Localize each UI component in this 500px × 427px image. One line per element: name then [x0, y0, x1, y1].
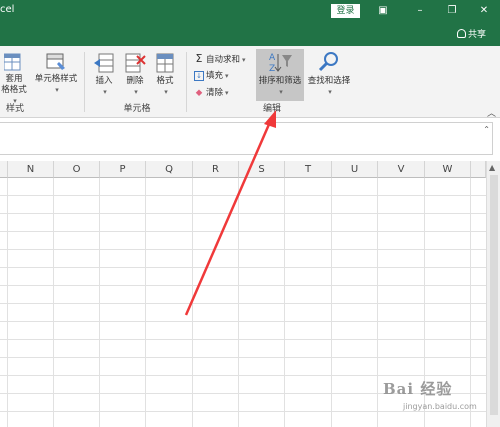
- baidu-watermark: Bai 经验 jingyan.baidu.com: [383, 378, 495, 416]
- column-header[interactable]: P: [100, 161, 146, 178]
- column-header[interactable]: N: [8, 161, 54, 178]
- share-label: 共享: [467, 30, 486, 40]
- person-icon: [456, 29, 466, 38]
- clear-label: 清除: [206, 88, 224, 98]
- title-bar: cel 登录 ▣ – ❐ ✕: [0, 0, 500, 22]
- find-select-button[interactable]: 查找和选择 ▾: [305, 50, 353, 98]
- ribbon: 套用 格格式▾ 单元格样式 ▾ 样式 插入 ▾ 删除 ▾ 格式 ▾ 单元格 Σ …: [0, 46, 500, 119]
- formula-input[interactable]: ⌃: [0, 122, 493, 155]
- delete-button[interactable]: 删除 ▾: [122, 52, 148, 98]
- scroll-up-icon[interactable]: ▲: [489, 163, 495, 172]
- column-header[interactable]: S: [239, 161, 285, 178]
- restore-icon[interactable]: ❐: [444, 3, 460, 19]
- svg-text:Z: Z: [269, 64, 275, 74]
- watermark-brand: Bai 经验: [383, 380, 453, 398]
- cells-group-label: 单元格: [123, 104, 151, 114]
- column-header[interactable]: O: [54, 161, 100, 178]
- share-button[interactable]: 共享: [456, 27, 486, 40]
- sort-filter-button[interactable]: A Z 排序和筛选 ▾: [256, 50, 304, 98]
- ribbon-display-options-icon[interactable]: ▣: [375, 3, 391, 19]
- svg-text:A: A: [269, 53, 276, 63]
- close-icon[interactable]: ✕: [476, 3, 492, 19]
- fill-down-icon: ↓: [194, 71, 204, 81]
- delete-label: 删除: [126, 76, 144, 86]
- format-table-line1: 套用: [5, 74, 23, 84]
- magnifier-icon: [318, 52, 338, 72]
- cell-styles-icon: [46, 53, 65, 70]
- clear-button[interactable]: ◆ 清除 ▾: [194, 86, 229, 98]
- fill-label: 填充: [206, 71, 224, 81]
- window-title: cel: [0, 4, 15, 15]
- column-header[interactable]: R: [193, 161, 239, 178]
- column-header[interactable]: T: [285, 161, 332, 178]
- styles-group-label: 样式: [5, 104, 24, 114]
- group-separator: [186, 52, 187, 112]
- formula-bar-area: ⌃: [0, 118, 500, 161]
- insert-cells-icon: [94, 53, 114, 73]
- editing-group-label: 编辑: [262, 104, 281, 114]
- format-as-table-button[interactable]: 套用 格格式▾: [0, 52, 28, 107]
- fill-button[interactable]: ↓ 填充 ▾: [194, 69, 229, 81]
- expand-formula-bar-icon[interactable]: ⌃: [483, 125, 490, 134]
- cell-styles-label: 单元格样式: [34, 74, 78, 84]
- minimize-icon[interactable]: –: [412, 3, 428, 19]
- column-header[interactable]: V: [378, 161, 425, 178]
- group-separator: [84, 52, 85, 112]
- column-header-partial[interactable]: [471, 161, 486, 178]
- column-header[interactable]: Q: [146, 161, 193, 178]
- find-select-label: 查找和选择: [307, 76, 351, 86]
- autosum-button[interactable]: Σ 自动求和 ▾: [194, 52, 246, 65]
- format-button[interactable]: 格式 ▾: [152, 52, 178, 98]
- insert-label: 插入: [95, 76, 113, 86]
- column-header-partial[interactable]: [0, 161, 8, 178]
- column-header[interactable]: U: [332, 161, 378, 178]
- autosum-label: 自动求和: [206, 55, 241, 65]
- format-cells-icon: [156, 53, 174, 73]
- watermark-url: jingyan.baidu.com: [403, 402, 477, 411]
- sort-filter-label: 排序和筛选: [258, 76, 302, 86]
- sigma-icon: Σ: [195, 52, 203, 65]
- eraser-icon: ◆: [195, 88, 203, 98]
- table-format-icon: [4, 53, 21, 71]
- sort-filter-icon: A Z: [269, 53, 292, 74]
- insert-button[interactable]: 插入 ▾: [90, 52, 118, 98]
- format-label: 格式: [156, 76, 174, 86]
- tab-row: 共享: [0, 22, 500, 46]
- login-button[interactable]: 登录: [331, 4, 360, 18]
- delete-cells-icon: [125, 53, 146, 73]
- column-header[interactable]: W: [425, 161, 471, 178]
- format-table-line2: 格格式: [1, 85, 27, 95]
- cell-styles-button[interactable]: 单元格样式 ▾: [32, 52, 80, 96]
